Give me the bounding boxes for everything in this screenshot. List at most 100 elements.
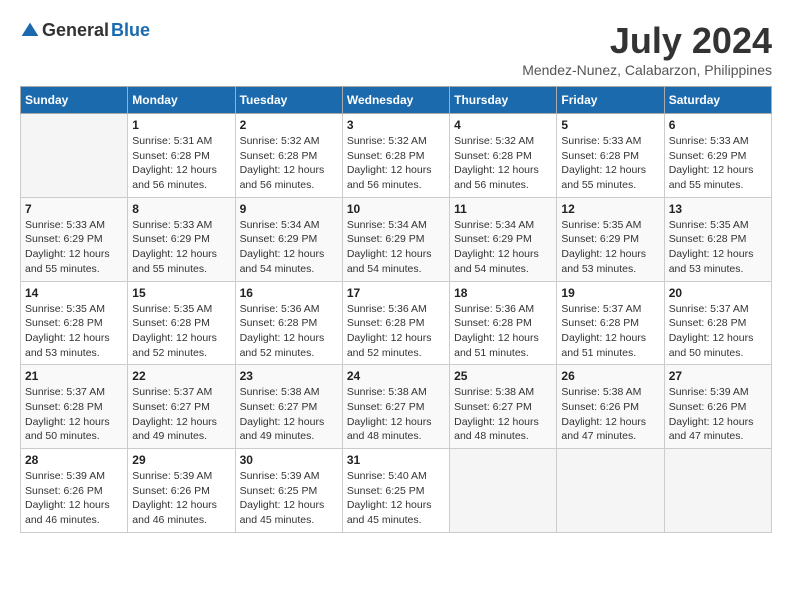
day-info: Sunrise: 5:33 AMSunset: 6:29 PMDaylight:… [669, 134, 767, 193]
weekday-header-thursday: Thursday [450, 87, 557, 114]
day-info: Sunrise: 5:32 AMSunset: 6:28 PMDaylight:… [454, 134, 552, 193]
day-number: 2 [240, 118, 338, 132]
day-info: Sunrise: 5:33 AMSunset: 6:28 PMDaylight:… [561, 134, 659, 193]
day-info: Sunrise: 5:38 AMSunset: 6:27 PMDaylight:… [454, 385, 552, 444]
day-number: 10 [347, 202, 445, 216]
calendar-cell: 22Sunrise: 5:37 AMSunset: 6:27 PMDayligh… [128, 365, 235, 449]
day-number: 13 [669, 202, 767, 216]
day-number: 4 [454, 118, 552, 132]
logo-blue-text: Blue [111, 20, 150, 41]
weekday-header-saturday: Saturday [664, 87, 771, 114]
calendar-cell: 23 Sunrise: 5:38 AMSunset: 6:27 PMDayligh… [235, 365, 342, 449]
day-number: 23 [240, 369, 338, 383]
weekday-header-wednesday: Wednesday [342, 87, 449, 114]
calendar-cell: 4 Sunrise: 5:32 AMSunset: 6:28 PMDaylight… [450, 114, 557, 198]
calendar-cell: 9 Sunrise: 5:34 AMSunset: 6:29 PMDaylight… [235, 197, 342, 281]
day-info: Sunrise: 5:38 AMSunset: 6:26 PMDaylight:… [561, 385, 659, 444]
calendar-cell: 3Sunrise: 5:32 AMSunset: 6:28 PMDaylight… [342, 114, 449, 198]
calendar-cell: 16 Sunrise: 5:36 AMSunset: 6:28 PMDayligh… [235, 281, 342, 365]
day-info: Sunrise: 5:37 AMSunset: 6:28 PMDaylight:… [25, 385, 123, 444]
day-number: 1 [132, 118, 230, 132]
calendar-table: SundayMondayTuesdayWednesdayThursdayFrid… [20, 86, 772, 533]
calendar-week-row: 1 Sunrise: 5:31 AMSunset: 6:28 PMDaylight… [21, 114, 772, 198]
page-title: July 2024 [522, 20, 772, 62]
day-number: 28 [25, 453, 123, 467]
calendar-cell: 30Sunrise: 5:39 AMSunset: 6:25 PMDayligh… [235, 449, 342, 533]
weekday-header-friday: Friday [557, 87, 664, 114]
day-number: 9 [240, 202, 338, 216]
calendar-cell: 17Sunrise: 5:36 AMSunset: 6:28 PMDayligh… [342, 281, 449, 365]
title-block: July 2024 Mendez-Nunez, Calabarzon, Phil… [522, 20, 772, 78]
calendar-cell: 24Sunrise: 5:38 AMSunset: 6:27 PMDayligh… [342, 365, 449, 449]
day-info: Sunrise: 5:33 AMSunset: 6:29 PMDaylight:… [132, 218, 230, 277]
day-info: Sunrise: 5:36 AMSunset: 6:28 PMDaylight:… [454, 302, 552, 361]
day-info: Sunrise: 5:36 AMSunset: 6:28 PMDaylight:… [240, 302, 338, 361]
calendar-cell: 29Sunrise: 5:39 AMSunset: 6:26 PMDayligh… [128, 449, 235, 533]
calendar-cell [450, 449, 557, 533]
day-number: 11 [454, 202, 552, 216]
calendar-cell: 28 Sunrise: 5:39 AMSunset: 6:26 PMDayligh… [21, 449, 128, 533]
day-info: Sunrise: 5:35 AMSunset: 6:29 PMDaylight:… [561, 218, 659, 277]
calendar-cell: 8 Sunrise: 5:33 AMSunset: 6:29 PMDaylight… [128, 197, 235, 281]
calendar-cell [664, 449, 771, 533]
day-number: 3 [347, 118, 445, 132]
calendar-cell: 7 Sunrise: 5:33 AMSunset: 6:29 PMDaylight… [21, 197, 128, 281]
day-info: Sunrise: 5:34 AMSunset: 6:29 PMDaylight:… [454, 218, 552, 277]
day-info: Sunrise: 5:38 AMSunset: 6:27 PMDaylight:… [240, 385, 338, 444]
calendar-cell: 10 Sunrise: 5:34 AMSunset: 6:29 PMDayligh… [342, 197, 449, 281]
day-number: 26 [561, 369, 659, 383]
day-info: Sunrise: 5:37 AMSunset: 6:28 PMDaylight:… [669, 302, 767, 361]
calendar-cell: 12 Sunrise: 5:35 AMSunset: 6:29 PMDayligh… [557, 197, 664, 281]
day-number: 17 [347, 286, 445, 300]
calendar-cell: 27 Sunrise: 5:39 AMSunset: 6:26 PMDayligh… [664, 365, 771, 449]
day-info: Sunrise: 5:39 AMSunset: 6:26 PMDaylight:… [25, 469, 123, 528]
day-number: 18 [454, 286, 552, 300]
logo-icon [20, 21, 40, 41]
day-info: Sunrise: 5:37 AMSunset: 6:28 PMDaylight:… [561, 302, 659, 361]
calendar-cell: 21Sunrise: 5:37 AMSunset: 6:28 PMDayligh… [21, 365, 128, 449]
calendar-cell: 6 Sunrise: 5:33 AMSunset: 6:29 PMDaylight… [664, 114, 771, 198]
day-info: Sunrise: 5:39 AMSunset: 6:26 PMDaylight:… [669, 385, 767, 444]
day-number: 31 [347, 453, 445, 467]
day-number: 14 [25, 286, 123, 300]
day-number: 16 [240, 286, 338, 300]
calendar-week-row: 28 Sunrise: 5:39 AMSunset: 6:26 PMDayligh… [21, 449, 772, 533]
calendar-cell: 14 Sunrise: 5:35 AMSunset: 6:28 PMDayligh… [21, 281, 128, 365]
calendar-cell [21, 114, 128, 198]
weekday-header-sunday: Sunday [21, 87, 128, 114]
day-number: 29 [132, 453, 230, 467]
calendar-cell: 31 Sunrise: 5:40 AMSunset: 6:25 PMDayligh… [342, 449, 449, 533]
day-number: 12 [561, 202, 659, 216]
day-info: Sunrise: 5:37 AMSunset: 6:27 PMDaylight:… [132, 385, 230, 444]
calendar-cell: 11 Sunrise: 5:34 AMSunset: 6:29 PMDayligh… [450, 197, 557, 281]
calendar-cell: 1 Sunrise: 5:31 AMSunset: 6:28 PMDaylight… [128, 114, 235, 198]
day-info: Sunrise: 5:34 AMSunset: 6:29 PMDaylight:… [347, 218, 445, 277]
calendar-cell: 15 Sunrise: 5:35 AMSunset: 6:28 PMDayligh… [128, 281, 235, 365]
day-number: 24 [347, 369, 445, 383]
day-number: 7 [25, 202, 123, 216]
day-number: 15 [132, 286, 230, 300]
day-number: 27 [669, 369, 767, 383]
day-info: Sunrise: 5:34 AMSunset: 6:29 PMDaylight:… [240, 218, 338, 277]
day-info: Sunrise: 5:35 AMSunset: 6:28 PMDaylight:… [132, 302, 230, 361]
day-info: Sunrise: 5:33 AMSunset: 6:29 PMDaylight:… [25, 218, 123, 277]
day-number: 8 [132, 202, 230, 216]
calendar-cell [557, 449, 664, 533]
calendar-cell: 5Sunrise: 5:33 AMSunset: 6:28 PMDaylight… [557, 114, 664, 198]
day-info: Sunrise: 5:32 AMSunset: 6:28 PMDaylight:… [240, 134, 338, 193]
weekday-header-tuesday: Tuesday [235, 87, 342, 114]
day-info: Sunrise: 5:40 AMSunset: 6:25 PMDaylight:… [347, 469, 445, 528]
day-number: 25 [454, 369, 552, 383]
day-number: 6 [669, 118, 767, 132]
calendar-cell: 18 Sunrise: 5:36 AMSunset: 6:28 PMDayligh… [450, 281, 557, 365]
calendar-cell: 2 Sunrise: 5:32 AMSunset: 6:28 PMDaylight… [235, 114, 342, 198]
calendar-cell: 26 Sunrise: 5:38 AMSunset: 6:26 PMDayligh… [557, 365, 664, 449]
page-subtitle: Mendez-Nunez, Calabarzon, Philippines [522, 62, 772, 78]
day-info: Sunrise: 5:31 AMSunset: 6:28 PMDaylight:… [132, 134, 230, 193]
calendar-cell: 25 Sunrise: 5:38 AMSunset: 6:27 PMDayligh… [450, 365, 557, 449]
weekday-header-monday: Monday [128, 87, 235, 114]
calendar-cell: 20Sunrise: 5:37 AMSunset: 6:28 PMDayligh… [664, 281, 771, 365]
day-info: Sunrise: 5:39 AMSunset: 6:25 PMDaylight:… [240, 469, 338, 528]
weekday-header-row: SundayMondayTuesdayWednesdayThursdayFrid… [21, 87, 772, 114]
day-info: Sunrise: 5:35 AMSunset: 6:28 PMDaylight:… [25, 302, 123, 361]
